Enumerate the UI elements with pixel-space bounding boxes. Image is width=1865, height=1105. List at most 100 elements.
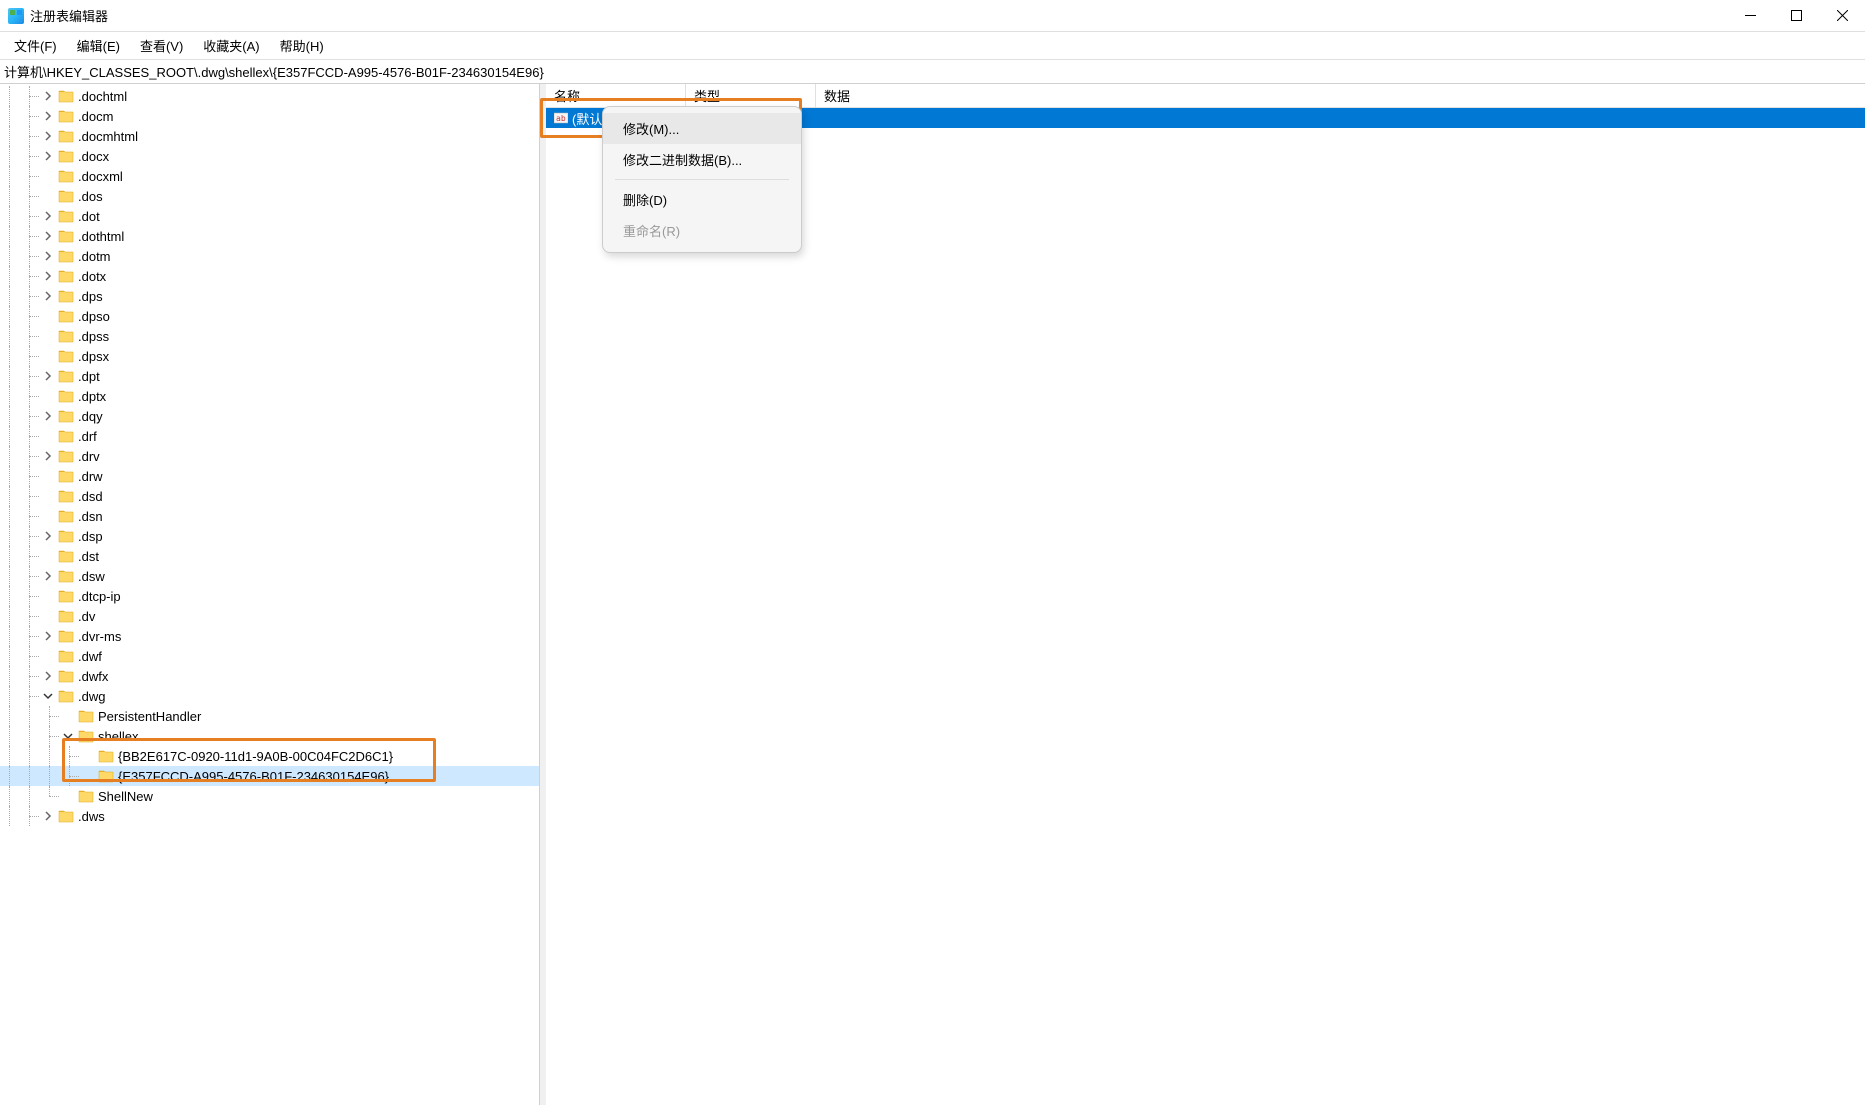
tree-node-dochtml[interactable]: .dochtml (0, 86, 539, 106)
chevron-down-icon[interactable] (40, 688, 56, 704)
menu-help[interactable]: 帮助(H) (270, 32, 334, 59)
tree-node-dvrms[interactable]: .dvr-ms (0, 626, 539, 646)
tree-node-persistenthandler[interactable]: PersistentHandler (0, 706, 539, 726)
folder-icon (58, 269, 74, 283)
chevron-right-icon[interactable] (40, 368, 56, 384)
context-delete[interactable]: 删除(D) (603, 184, 801, 215)
titlebar: 注册表编辑器 (0, 0, 1865, 32)
menu-file[interactable]: 文件(F) (4, 32, 67, 59)
col-data[interactable]: 数据 (816, 84, 1865, 107)
tree-node-dws[interactable]: .dws (0, 806, 539, 826)
tree-node-docmhtml[interactable]: .docmhtml (0, 126, 539, 146)
address-bar[interactable]: 计算机\HKEY_CLASSES_ROOT\.dwg\shellex\{E357… (0, 60, 1865, 84)
tree-node-dpt[interactable]: .dpt (0, 366, 539, 386)
tree-node-dsn[interactable]: .dsn (0, 506, 539, 526)
tree-node-dos[interactable]: .dos (0, 186, 539, 206)
chevron-right-icon[interactable] (40, 108, 56, 124)
tree-label: .dptx (78, 389, 106, 404)
folder-icon (58, 249, 74, 263)
chevron-right-icon[interactable] (40, 668, 56, 684)
folder-icon (58, 669, 74, 683)
chevron-right-icon[interactable] (40, 88, 56, 104)
context-modify-binary[interactable]: 修改二进制数据(B)... (603, 144, 801, 175)
tree-node-docm[interactable]: .docm (0, 106, 539, 126)
chevron-right-icon[interactable] (40, 268, 56, 284)
tree-label: .dochtml (78, 89, 127, 104)
list-panel[interactable]: 名称 类型 数据 (默认) 修改(M)... 修改二进制数据(B)... 删除(… (546, 84, 1865, 1105)
tree-label: .dpss (78, 329, 109, 344)
tree-node-dpss[interactable]: .dpss (0, 326, 539, 346)
chevron-right-icon[interactable] (40, 568, 56, 584)
window-title: 注册表编辑器 (30, 6, 108, 25)
folder-icon (58, 529, 74, 543)
menu-view[interactable]: 查看(V) (130, 32, 193, 59)
tree-node-e357fccda9954576b01f234630154e96[interactable]: {E357FCCD-A995-4576-B01F-234630154E96} (0, 766, 539, 786)
tree-node-drf[interactable]: .drf (0, 426, 539, 446)
chevron-right-icon[interactable] (40, 808, 56, 824)
tree-node-dotm[interactable]: .dotm (0, 246, 539, 266)
chevron-right-icon[interactable] (40, 148, 56, 164)
tree-label: .dpsx (78, 349, 109, 364)
chevron-right-icon[interactable] (40, 288, 56, 304)
chevron-right-icon[interactable] (40, 228, 56, 244)
tree-node-dpso[interactable]: .dpso (0, 306, 539, 326)
tree-node-dot[interactable]: .dot (0, 206, 539, 226)
chevron-right-icon[interactable] (40, 248, 56, 264)
tree-node-shellex[interactable]: shellex (0, 726, 539, 746)
tree-node-dtcpip[interactable]: .dtcp-ip (0, 586, 539, 606)
tree-node-dwf[interactable]: .dwf (0, 646, 539, 666)
tree-label: .dqy (78, 409, 103, 424)
col-type[interactable]: 类型 (686, 84, 816, 107)
tree-node-docx[interactable]: .docx (0, 146, 539, 166)
tree-node-dwfx[interactable]: .dwfx (0, 666, 539, 686)
folder-icon (58, 289, 74, 303)
tree-node-docxml[interactable]: .docxml (0, 166, 539, 186)
chevron-right-icon[interactable] (40, 128, 56, 144)
menu-edit[interactable]: 编辑(E) (67, 32, 130, 59)
tree-node-dv[interactable]: .dv (0, 606, 539, 626)
menu-favorites[interactable]: 收藏夹(A) (193, 32, 269, 59)
maximize-button[interactable] (1773, 0, 1819, 32)
tree-label: .dst (78, 549, 99, 564)
folder-icon (98, 749, 114, 763)
tree-node-dsd[interactable]: .dsd (0, 486, 539, 506)
tree-node-bb2e617c092011d19a0b00c04fc2d6c1[interactable]: {BB2E617C-0920-11d1-9A0B-00C04FC2D6C1} (0, 746, 539, 766)
chevron-right-icon[interactable] (40, 448, 56, 464)
list-header: 名称 类型 数据 (546, 84, 1865, 108)
folder-icon (58, 389, 74, 403)
tree-label: .docxml (78, 169, 123, 184)
context-modify[interactable]: 修改(M)... (603, 113, 801, 144)
folder-icon (58, 169, 74, 183)
app-icon (8, 8, 24, 24)
tree-node-dsw[interactable]: .dsw (0, 566, 539, 586)
folder-icon (58, 629, 74, 643)
tree-panel[interactable]: .dochtml.docm.docmhtml.docx.docxml.dos.d… (0, 84, 540, 1105)
chevron-down-icon[interactable] (60, 728, 76, 744)
tree-node-dpsx[interactable]: .dpsx (0, 346, 539, 366)
tree-node-dps[interactable]: .dps (0, 286, 539, 306)
tree-node-dotx[interactable]: .dotx (0, 266, 539, 286)
tree-node-drw[interactable]: .drw (0, 466, 539, 486)
tree-label: {E357FCCD-A995-4576-B01F-234630154E96} (118, 769, 389, 784)
chevron-right-icon[interactable] (40, 208, 56, 224)
folder-icon (58, 209, 74, 223)
tree-node-shellnew[interactable]: ShellNew (0, 786, 539, 806)
minimize-button[interactable] (1727, 0, 1773, 32)
tree-node-dptx[interactable]: .dptx (0, 386, 539, 406)
chevron-right-icon[interactable] (40, 528, 56, 544)
tree-node-dst[interactable]: .dst (0, 546, 539, 566)
tree-node-dothtml[interactable]: .dothtml (0, 226, 539, 246)
folder-icon (58, 609, 74, 623)
close-button[interactable] (1819, 0, 1865, 32)
tree-label: .dotx (78, 269, 106, 284)
chevron-right-icon[interactable] (40, 628, 56, 644)
context-rename: 重命名(R) (603, 215, 801, 246)
tree-node-drv[interactable]: .drv (0, 446, 539, 466)
chevron-right-icon[interactable] (40, 408, 56, 424)
tree-label: .dps (78, 289, 103, 304)
tree-node-dqy[interactable]: .dqy (0, 406, 539, 426)
tree-node-dsp[interactable]: .dsp (0, 526, 539, 546)
col-name[interactable]: 名称 (546, 84, 686, 107)
tree-node-dwg[interactable]: .dwg (0, 686, 539, 706)
address-text: 计算机\HKEY_CLASSES_ROOT\.dwg\shellex\{E357… (4, 62, 544, 81)
